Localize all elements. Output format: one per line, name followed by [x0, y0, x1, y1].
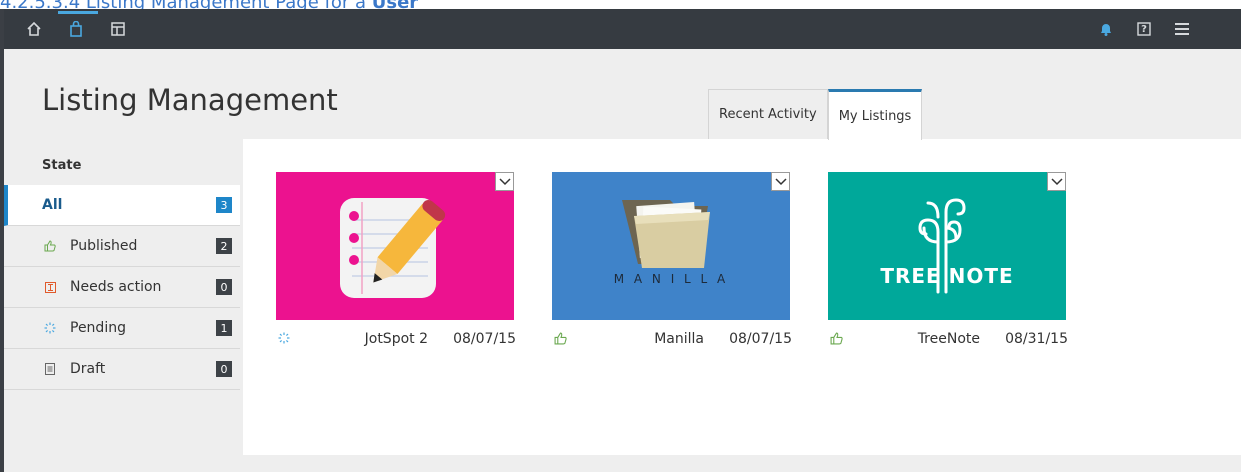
notepad-pencil-app-icon: [340, 198, 446, 298]
listing-thumbnail[interactable]: M A N I L L A: [552, 172, 790, 320]
sidebar-item-needs-action[interactable]: Needs action 0: [4, 267, 240, 308]
card-menu-chevron-icon[interactable]: [495, 172, 514, 191]
tab-bar: Recent Activity My Listings: [708, 89, 923, 140]
listing-thumbnail[interactable]: [276, 172, 514, 320]
menu-icon[interactable]: [1172, 19, 1192, 39]
card-menu-chevron-icon[interactable]: [1047, 172, 1066, 191]
listings-panel: JotSpot 2 08/07/15 M A N I L L A Manilla…: [243, 139, 1241, 455]
count-badge: 3: [216, 197, 232, 213]
bell-icon[interactable]: [1096, 19, 1116, 39]
count-badge: 2: [216, 238, 232, 254]
thumbs-up-icon: [830, 332, 843, 349]
count-badge: 1: [216, 320, 232, 336]
listing-name[interactable]: Manilla: [654, 331, 704, 347]
thumbnail-wordmark: M A N I L L A: [613, 272, 729, 286]
home-icon[interactable]: [24, 19, 44, 39]
listing-date: 08/07/15: [729, 331, 792, 347]
count-badge: 0: [216, 361, 232, 377]
active-nav-indicator: [58, 11, 98, 14]
thumbs-up-icon: [554, 332, 567, 349]
sidebar-item-label: Published: [70, 238, 138, 254]
sidebar-item-label: Draft: [70, 361, 106, 377]
tab-recent-activity[interactable]: Recent Activity: [708, 89, 828, 139]
listing-thumbnail[interactable]: TREE NOTE: [828, 172, 1066, 320]
app-window: ? Listing Management Recent Activity My …: [0, 9, 1241, 472]
sidebar-item-label: All: [42, 197, 63, 213]
sidebar-item-label: Needs action: [70, 279, 162, 295]
tab-my-listings[interactable]: My Listings: [827, 89, 923, 140]
listing-date: 08/31/15: [1005, 331, 1068, 347]
listing-card-treenote[interactable]: TREE NOTE TreeNote 08/31/15: [828, 172, 1068, 360]
count-badge: 0: [216, 279, 232, 295]
listing-name[interactable]: JotSpot 2: [365, 331, 428, 347]
listing-card-jotspot[interactable]: JotSpot 2 08/07/15: [276, 172, 516, 360]
thumbnail-wordmark: TREE NOTE: [880, 264, 1014, 288]
sidebar-item-label: Pending: [70, 320, 126, 336]
listing-card-manilla[interactable]: M A N I L L A Manilla 08/07/15: [552, 172, 792, 360]
layout-icon[interactable]: [108, 19, 128, 39]
help-glyph: ?: [1141, 23, 1147, 35]
sidebar-item-pending[interactable]: Pending 1: [4, 308, 240, 349]
tree-swirl-logo-icon: [918, 198, 966, 294]
listing-name[interactable]: TreeNote: [918, 331, 980, 347]
state-filter-sidebar: State All 3 Published 2 Needs action 0 P…: [4, 145, 240, 390]
pending-spinner-icon: [42, 322, 58, 334]
sidebar-item-draft[interactable]: Draft 0: [4, 349, 240, 390]
top-navigation-bar: ?: [4, 9, 1241, 49]
listing-meta: TreeNote 08/31/15: [828, 320, 1068, 360]
listing-date: 08/07/15: [453, 331, 516, 347]
sidebar-item-all[interactable]: All 3: [4, 185, 240, 226]
draft-icon: [42, 363, 58, 375]
sidebar-item-published[interactable]: Published 2: [4, 226, 240, 267]
card-menu-chevron-icon[interactable]: [771, 172, 790, 191]
page-title: Listing Management: [42, 83, 338, 117]
pending-spinner-icon: [278, 332, 290, 348]
sidebar-heading: State: [42, 157, 82, 173]
folder-app-icon: [622, 200, 710, 268]
listing-meta: Manilla 08/07/15: [552, 320, 792, 360]
needs-action-icon: [42, 281, 58, 293]
thumbs-up-icon: [42, 240, 58, 252]
listing-meta: JotSpot 2 08/07/15: [276, 320, 516, 360]
help-icon[interactable]: ?: [1134, 19, 1154, 39]
store-bag-icon[interactable]: [66, 19, 86, 39]
